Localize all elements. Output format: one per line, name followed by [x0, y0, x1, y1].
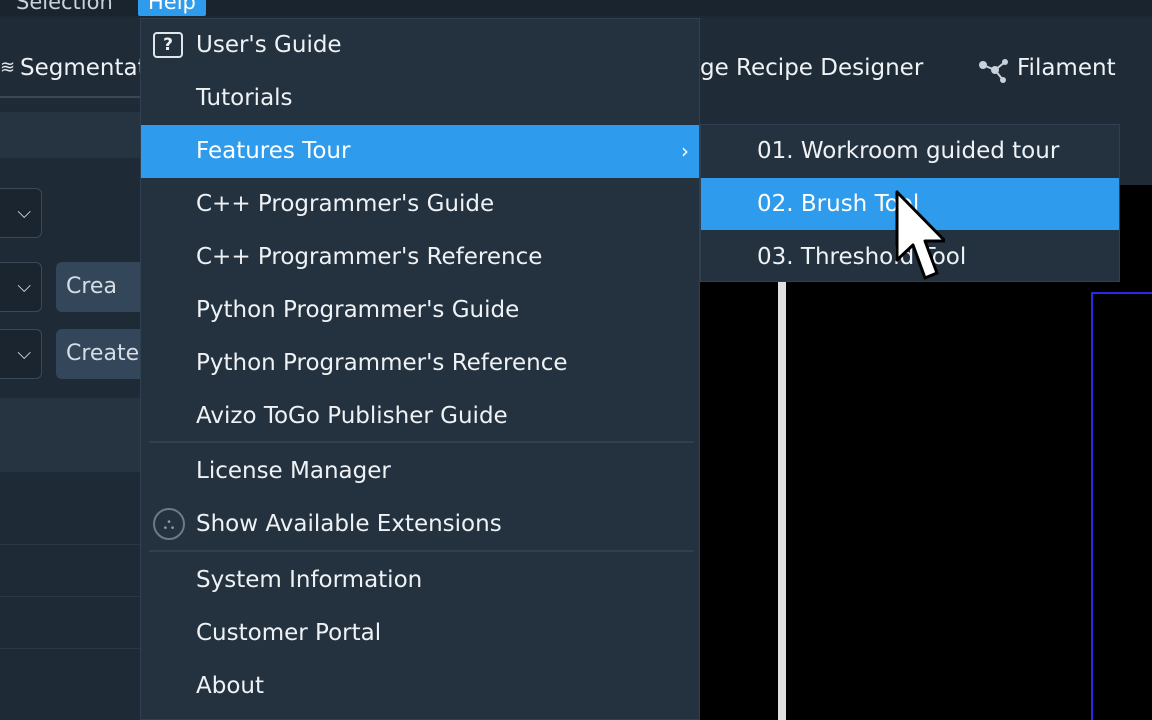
panel-section-band [0, 398, 142, 472]
menu-item-label: System Information [196, 567, 423, 593]
dropdown-1[interactable]: ⌵ [0, 188, 42, 238]
tab-segmentation-label: Segmentat [20, 55, 147, 81]
submenu-item-workroom-tour[interactable]: 01. Workroom guided tour [701, 125, 1119, 177]
dropdown-2[interactable]: ⌵ [0, 262, 42, 312]
bounding-box-edge [1091, 292, 1093, 720]
menu-item-label: User's Guide [196, 32, 342, 58]
menu-item-customer-portal[interactable]: Customer Portal [141, 607, 699, 660]
menu-item-features-tour[interactable]: Features Tour › [141, 125, 699, 178]
menu-help[interactable]: Help [138, 0, 206, 16]
menu-item-label: Show Available Extensions [196, 511, 502, 537]
dropdown-3[interactable]: ⌵ [0, 329, 42, 379]
submenu-item-label: 01. Workroom guided tour [757, 138, 1060, 164]
panel-header [0, 112, 142, 158]
divider [0, 544, 142, 545]
chevron-down-icon: ⌵ [17, 343, 31, 364]
bounding-box-edge [1091, 292, 1152, 294]
divider [0, 648, 142, 649]
help-menu: ? User's Guide Tutorials Features Tour ›… [140, 18, 700, 720]
menu-item-label: Python Programmer's Guide [196, 297, 520, 323]
tab-segmentation[interactable]: ≋ Segmentat [0, 48, 147, 88]
menu-item-about[interactable]: About [141, 660, 699, 713]
menu-bar: Selection Help [0, 0, 1152, 16]
menu-item-cpp-reference[interactable]: C++ Programmer's Reference [141, 231, 699, 284]
menu-item-label: Customer Portal [196, 620, 382, 646]
chevron-right-icon: › [681, 139, 689, 163]
layers-icon: ≋ [0, 57, 16, 78]
menu-separator [149, 550, 694, 552]
menu-item-python-guide[interactable]: Python Programmer's Guide [141, 284, 699, 337]
menu-item-python-reference[interactable]: Python Programmer's Reference [141, 337, 699, 390]
menu-item-label: About [196, 673, 265, 699]
menu-item-cpp-guide[interactable]: C++ Programmer's Guide [141, 178, 699, 231]
menu-item-label: C++ Programmer's Guide [196, 191, 495, 217]
menu-item-label: Features Tour [196, 138, 351, 164]
menu-item-label: License Manager [196, 458, 391, 484]
divider [0, 596, 142, 597]
menu-item-label: Python Programmer's Reference [196, 350, 568, 376]
tab-recipe-designer[interactable]: ge Recipe Designer [700, 48, 923, 88]
menu-item-label: Tutorials [196, 85, 293, 111]
tab-filament-label: Filament [1017, 55, 1116, 81]
menu-item-tutorials[interactable]: Tutorials [141, 72, 699, 125]
left-panel: ⌵ ⌵ ⌵ Crea Create [0, 104, 156, 720]
menu-item-system-information[interactable]: System Information [141, 554, 699, 607]
tab-filament[interactable]: Filament [975, 48, 1116, 88]
menu-item-label: C++ Programmer's Reference [196, 244, 543, 270]
active-tab-underline [0, 96, 142, 98]
menu-item-users-guide[interactable]: ? User's Guide [141, 19, 699, 72]
filament-network-icon [975, 56, 1009, 83]
menu-item-togo-publisher-guide[interactable]: Avizo ToGo Publisher Guide [141, 390, 699, 443]
tab-recipe-designer-label: ge Recipe Designer [700, 55, 924, 81]
extensions-icon: ⛬ [153, 508, 185, 540]
menu-separator [149, 441, 694, 443]
mouse-cursor-icon [895, 190, 945, 280]
menu-item-label: Avizo ToGo Publisher Guide [196, 403, 508, 429]
help-icon: ? [153, 32, 183, 58]
chevron-down-icon: ⌵ [17, 276, 31, 297]
menu-item-license-manager[interactable]: License Manager [141, 445, 699, 498]
chevron-down-icon: ⌵ [17, 202, 31, 223]
menu-selection[interactable]: Selection [8, 0, 121, 16]
menu-item-show-extensions[interactable]: ⛬ Show Available Extensions [141, 498, 699, 551]
